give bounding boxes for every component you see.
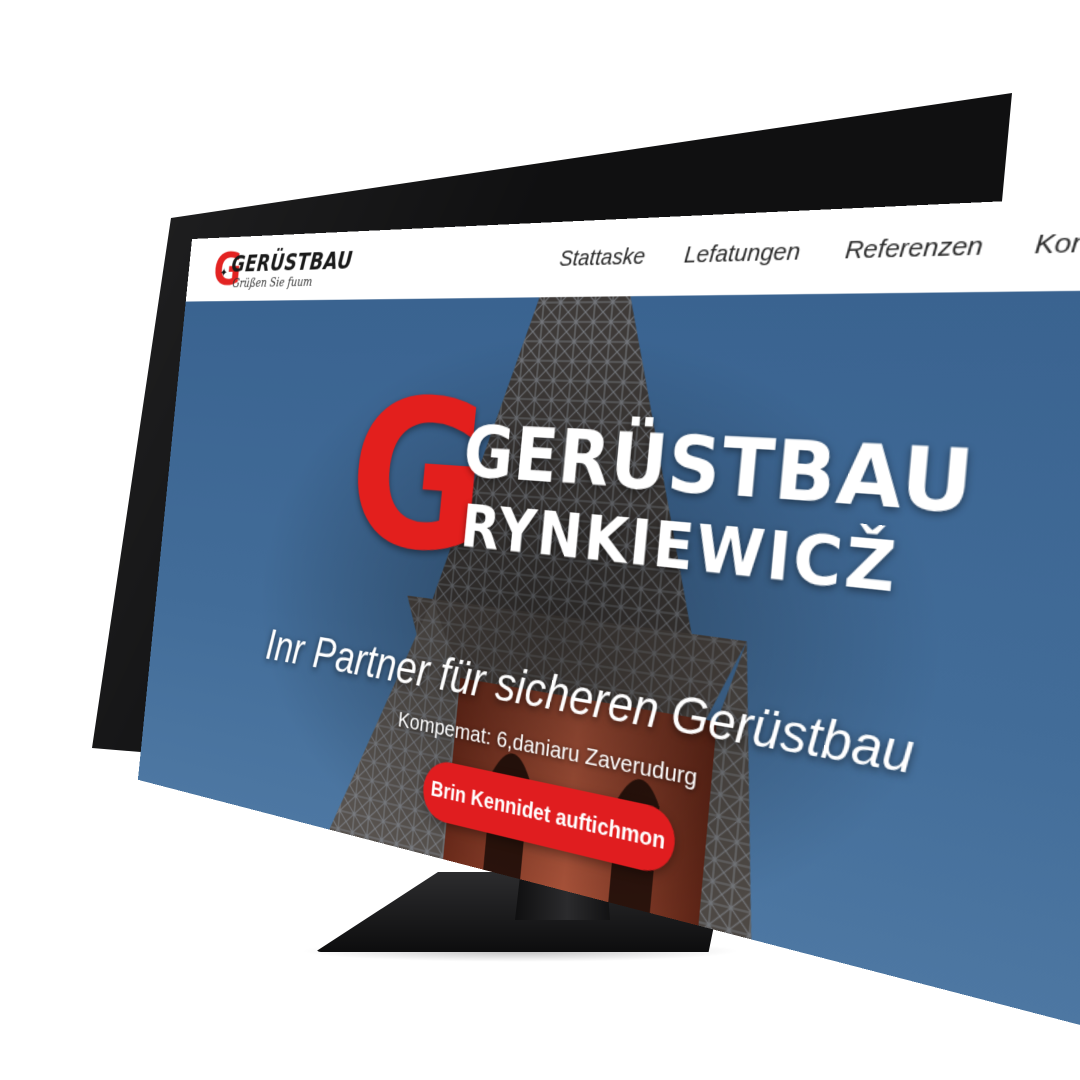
nav-item-stattaske[interactable]: Stattaske <box>558 243 646 272</box>
nav-item-kontakt[interactable]: Kontakt <box>1034 226 1080 261</box>
site-logo[interactable]: G ✦ GERÜSTBAU Grüßen Sie fuum <box>211 247 216 294</box>
nav-item-lefatungen[interactable]: Lefatungen <box>683 238 802 269</box>
logo-scaffold-icon: ✦ <box>219 266 228 280</box>
nav-item-referenzen[interactable]: Referenzen <box>844 232 984 266</box>
logo-title: GERÜSTBAU <box>230 247 354 277</box>
logo-subtitle: Grüßen Sie fuum <box>232 275 313 291</box>
